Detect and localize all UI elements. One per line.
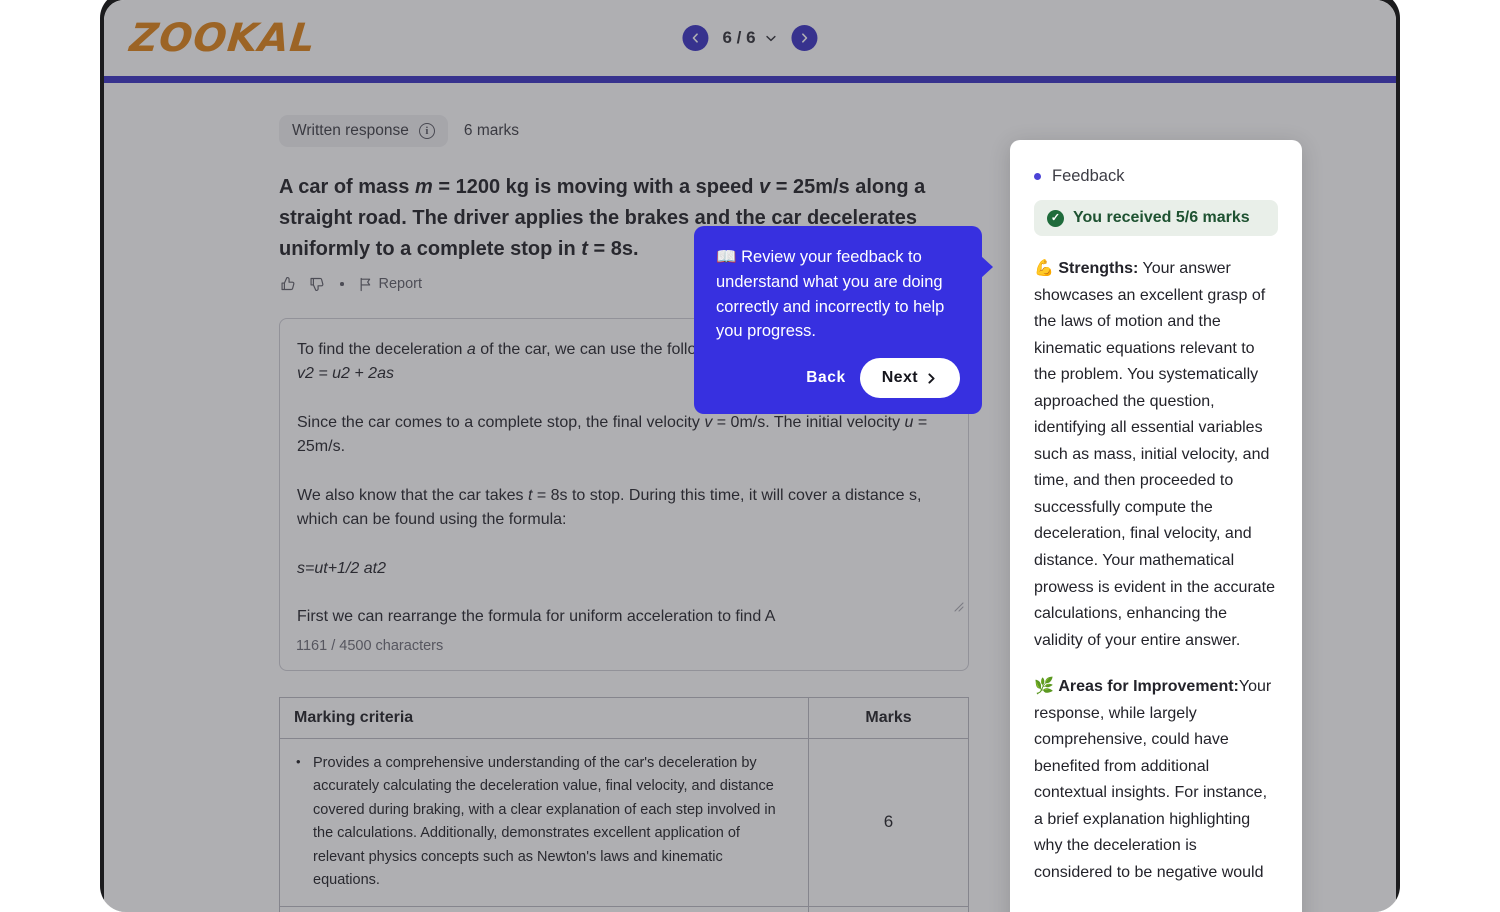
feedback-section: 🌿 Areas for Improvement:Your response, w… [1034,674,1278,886]
criteria-header-row: Marking criteria Marks [280,698,969,739]
table-row: Provides a comprehensive understanding b… [280,906,969,912]
next-question-button[interactable] [792,25,818,51]
report-button[interactable]: Report [358,276,423,292]
answer-paragraph: s=ut+1/2 at2 [297,557,951,581]
app-header: ZOOKAL 6 / 6 [104,0,1396,76]
page-indicator-label: 6 / 6 [722,28,755,48]
answer-paragraph: Since the car comes to a complete stop, … [297,411,951,460]
feedback-section-title: Areas for Improvement: [1058,678,1239,695]
question-meta-row: Written response i 6 marks [279,115,969,147]
criteria-column-header: Marking criteria [280,698,809,739]
marks-cell: 6 [809,739,969,907]
chevron-left-icon [689,32,701,44]
feedback-body: 💪 Strengths: Your answer showcases an ex… [1034,256,1278,887]
answer-paragraph [297,581,951,605]
marking-criteria-table: Marking criteria Marks Provides a compre… [279,697,969,912]
answer-paragraph [297,533,951,557]
score-badge: ✓ You received 5/6 marks [1034,200,1278,236]
feedback-section-emoji: 💪 [1034,260,1058,277]
thumbs-up-icon[interactable] [279,275,297,293]
coachmark-text: 📖 Review your feedback to understand wha… [716,245,960,344]
coachmark-back-button[interactable]: Back [806,369,845,387]
question-marks-label: 6 marks [464,122,519,140]
app-viewport: ZOOKAL 6 / 6 [104,0,1396,912]
thumbs-down-icon[interactable] [308,275,326,293]
coachmark-buttons: Back Next [716,358,960,398]
marks-cell: 5 [809,906,969,912]
flag-icon [358,277,373,292]
page-indicator-dropdown[interactable]: 6 / 6 [722,28,777,48]
criteria-table-body: Provides a comprehensive understanding o… [280,739,969,912]
feedback-section-body: Your response, while largely comprehensi… [1034,678,1271,881]
chevron-right-icon [925,372,938,385]
criteria-bullet: Provides a comprehensive understanding o… [294,752,792,893]
feedback-heading-label: Feedback [1052,167,1124,186]
table-row: Provides a comprehensive understanding o… [280,739,969,907]
feedback-section-title: Strengths: [1058,260,1138,277]
coachmark-arrow [981,256,993,278]
coachmark-message: Review your feedback to understand what … [716,248,944,340]
answer-paragraph: We also know that the car takes t = 8s t… [297,484,951,533]
device-frame: ZOOKAL 6 / 6 [100,0,1400,912]
feedback-panel: Feedback ✓ You received 5/6 marks 💪 Stre… [1010,140,1302,912]
accent-divider [104,76,1396,83]
coachmark-next-label: Next [882,369,918,387]
feedback-section-emoji: 🌿 [1034,678,1058,695]
question-type-pill: Written response i [279,115,448,147]
coachmark-next-button[interactable]: Next [860,358,960,398]
character-counter: 1161 / 4500 characters [296,638,443,654]
score-badge-label: You received 5/6 marks [1073,209,1250,227]
feedback-section: 💪 Strengths: Your answer showcases an ex… [1034,256,1278,654]
dot-icon [1034,173,1041,180]
answer-paragraph: First we can rearrange the formula for u… [297,605,951,629]
marks-column-header: Marks [809,698,969,739]
question-pager: 6 / 6 [682,25,817,51]
reaction-separator-dot [340,282,344,286]
criteria-cell: Provides a comprehensive understanding b… [280,906,809,912]
criteria-cell: Provides a comprehensive understanding o… [280,739,809,907]
coachmark-emoji: 📖 [716,248,737,266]
info-icon[interactable]: i [419,123,435,139]
prev-question-button[interactable] [682,25,708,51]
answer-paragraph [297,460,951,484]
coachmark-tooltip: 📖 Review your feedback to understand wha… [694,226,982,414]
chevron-down-icon [765,32,778,45]
feedback-section-body: Your answer showcases an excellent grasp… [1034,260,1275,649]
criteria-table-head: Marking criteria Marks [280,698,969,739]
resize-grip-icon[interactable] [952,600,964,612]
zookal-logo: ZOOKAL [128,16,319,61]
report-label: Report [379,276,423,292]
question-type-label: Written response [292,122,409,140]
check-circle-icon: ✓ [1047,210,1064,227]
feedback-heading: Feedback [1034,167,1278,186]
chevron-right-icon [799,32,811,44]
